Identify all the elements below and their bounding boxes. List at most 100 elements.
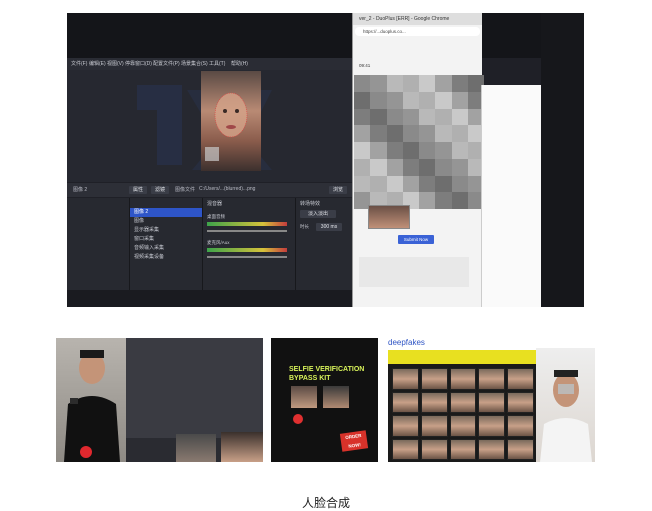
source-item[interactable]: 视频采集设备 (130, 253, 202, 262)
image-file-label: 图像文件 (175, 187, 196, 193)
face-tile (420, 415, 448, 437)
mosaic-tile (435, 125, 452, 142)
menu-help[interactable]: 帮助(H) (231, 60, 248, 67)
mosaic-tile (354, 125, 371, 142)
face-tile (392, 368, 419, 390)
mosaic-tile (451, 91, 468, 109)
face-tile (449, 391, 477, 413)
badge-icon (293, 414, 303, 424)
mixer-track-label: 桌面音频 (207, 214, 225, 219)
mosaic-tile (419, 142, 436, 159)
transition-select[interactable]: 淡入淡出 (300, 210, 336, 218)
menu-view[interactable]: 视图(V) (107, 60, 124, 67)
source-item[interactable]: 图像 2 (130, 208, 202, 217)
menu-edit[interactable]: 编辑(E) (89, 60, 106, 67)
face-tile (507, 368, 534, 390)
thumbnail-face-swap-obs (56, 338, 263, 462)
properties-button[interactable]: 属性 (129, 186, 147, 194)
figure-caption: 人脸合成 (301, 496, 350, 510)
transition-title: 转场特效 (300, 201, 321, 207)
mosaic-tile (386, 158, 403, 176)
mosaic-tile (370, 108, 387, 126)
face-tile (392, 438, 419, 460)
mosaic-tile (435, 175, 452, 193)
selfie-thumbnail (368, 205, 410, 229)
mosaic-tile (370, 91, 387, 109)
mosaic-tile (354, 175, 371, 193)
duration-label: 时长 (300, 224, 309, 229)
person-figure (540, 370, 592, 462)
face-tile (507, 391, 534, 413)
volume-meter (207, 248, 287, 252)
mosaic-tile (435, 192, 452, 209)
volume-slider[interactable] (207, 230, 287, 232)
mosaic-tile (402, 91, 419, 109)
volume-meter (207, 222, 287, 226)
filters-button[interactable]: 滤镜 (151, 186, 169, 194)
mosaic-tile (451, 158, 468, 176)
mosaic-tile (419, 75, 436, 92)
duration-input[interactable]: 300 ms (316, 223, 342, 231)
face-tile (392, 391, 419, 413)
phone-bottom-area (359, 257, 469, 287)
menu-dock[interactable]: 停靠窗口(D) (125, 60, 152, 67)
face-preview (176, 434, 216, 462)
obs-screenshot: 文件(F) 编辑(E) 视图(V) 停靠窗口(D) 配置文件(P) 场景集合(S… (67, 13, 584, 307)
mosaic-tile (370, 125, 387, 142)
mosaic-tile (419, 125, 436, 142)
mosaic-tile (386, 108, 403, 126)
mosaic-tile (354, 142, 371, 159)
transitions-panel: 转场特效 淡入淡出 时长 300 ms (296, 198, 358, 290)
mosaic-tile (370, 175, 387, 193)
selfie-image (323, 386, 349, 408)
mosaic-tile (354, 158, 371, 176)
webcam-feed (56, 338, 126, 462)
person-photo (536, 348, 595, 462)
training-progress (388, 350, 538, 364)
mosaic-tile (419, 175, 436, 193)
software-panel (126, 338, 263, 438)
face-tile (392, 415, 419, 437)
face-tile (478, 391, 506, 413)
mosaic-tile (435, 158, 452, 176)
face-tile (449, 368, 477, 390)
address-bar[interactable]: https://...duoplus.co... (355, 27, 480, 36)
mosaic-tile (435, 91, 452, 109)
volume-slider[interactable] (207, 256, 287, 258)
mosaic-tile (451, 125, 468, 142)
face-tile (449, 415, 477, 437)
order-now-stamp: ORDER NOW! (339, 430, 369, 452)
mosaic-tile (419, 192, 436, 209)
source-item[interactable]: 音频输入采集 (130, 244, 202, 253)
mosaic-tile (386, 125, 403, 142)
mosaic-tile (354, 108, 371, 126)
source-item[interactable]: 窗口采集 (130, 235, 202, 244)
menu-file[interactable]: 文件(F) (71, 60, 87, 67)
face-tile (449, 438, 477, 460)
mosaic-tile (451, 75, 468, 92)
submit-button[interactable]: Submit Now (398, 235, 434, 244)
source-item[interactable]: 显示器采集 (130, 226, 202, 235)
pixelated-face (354, 75, 484, 209)
menu-scenes[interactable]: 场景集合(S) (181, 60, 208, 67)
mosaic-tile (370, 75, 387, 92)
mosaic-tile (402, 75, 419, 92)
sources-panel: 图像 2 图像 显示器采集 窗口采集 音频输入采集 视频采集设备 (130, 198, 203, 290)
person-figure (64, 350, 120, 462)
face-tile (420, 391, 448, 413)
chrome-title: ver_2 - DuoPlus [ERR] - Google Chrome (353, 13, 482, 25)
face-tile (420, 368, 448, 390)
mosaic-tile (419, 91, 436, 109)
mosaic-tile (354, 91, 371, 109)
browse-button[interactable]: 浏览 (329, 186, 347, 194)
mixer-track-label: 麦克风/Aux (207, 240, 230, 245)
scene-label: 图像 2 (73, 187, 88, 193)
menu-profile[interactable]: 配置文件(P) (153, 60, 180, 67)
mosaic-tile (451, 175, 468, 193)
face-grid (392, 368, 534, 460)
mosaic-tile (386, 142, 403, 159)
source-item[interactable]: 图像 (130, 217, 202, 226)
face-tile (420, 438, 448, 460)
ad-subheader: BYPASS KIT (289, 375, 331, 382)
menu-tools[interactable]: 工具(T) (209, 60, 225, 67)
